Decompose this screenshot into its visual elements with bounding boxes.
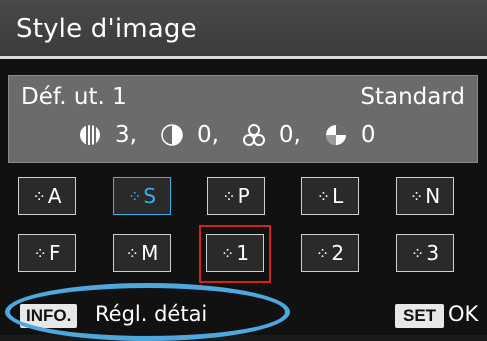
contrast-value: 0, — [196, 122, 219, 148]
style-label: S — [143, 184, 157, 208]
camera-menu-screen: Style d'image Déf. ut. 1 Standard 3, 0, … — [0, 0, 487, 341]
sharpness-param: 3, — [79, 122, 137, 148]
sharpness-icon — [79, 124, 101, 146]
sharpness-value: 3, — [115, 122, 137, 148]
contrast-param: 0, — [161, 122, 219, 148]
color-tone-icon — [325, 124, 347, 146]
style-label: F — [48, 241, 61, 265]
base-style-label: Standard — [360, 84, 465, 110]
style-button-user-2[interactable]: ⁘ 2 — [301, 234, 359, 272]
style-button-user-3[interactable]: ⁘ 3 — [396, 234, 454, 272]
style-icon: ⁘ — [409, 186, 423, 206]
style-parameters: 3, 0, 0, 0 — [79, 122, 376, 148]
style-icon: ⁘ — [125, 243, 139, 263]
page-title: Style d'image — [16, 14, 197, 44]
set-button[interactable]: SET — [395, 304, 445, 328]
color-tone-param: 0 — [325, 122, 376, 148]
style-button-neutral[interactable]: ⁘ N — [396, 177, 454, 215]
style-label: 2 — [331, 241, 345, 265]
style-icon: ⁘ — [33, 243, 47, 263]
style-icon: ⁘ — [315, 243, 329, 263]
style-label: N — [425, 184, 441, 208]
style-button-faithful[interactable]: ⁘ F — [18, 234, 76, 272]
style-button-auto[interactable]: ⁘ A — [18, 177, 76, 215]
style-button-monochrome[interactable]: ⁘ M — [113, 234, 171, 272]
info-button[interactable]: INFO. — [20, 304, 78, 328]
style-label: 3 — [426, 241, 440, 265]
style-icon: ⁘ — [32, 186, 45, 206]
saturation-value: 0, — [278, 122, 301, 148]
color-tone-value: 0 — [360, 122, 376, 148]
style-icon: ⁘ — [410, 243, 424, 263]
style-button-portrait[interactable]: ⁘ P — [207, 177, 265, 215]
current-style-label: Déf. ut. 1 — [21, 84, 127, 110]
style-icon: ⁘ — [127, 186, 141, 206]
style-label: M — [141, 241, 159, 265]
saturation-param: 0, — [242, 122, 301, 148]
style-icon: ⁘ — [222, 186, 235, 206]
style-label: L — [332, 184, 344, 208]
title-bar: Style d'image — [0, 0, 487, 59]
style-label: A — [47, 184, 62, 208]
saturation-icon — [242, 124, 265, 146]
style-icon: ⁘ — [316, 186, 330, 206]
bottom-bar: INFO. Régl. détai SET OK — [0, 296, 487, 335]
style-label: P — [237, 184, 250, 208]
detail-settings-label: Régl. détai — [95, 302, 208, 326]
style-button-standard[interactable]: ⁘ S — [113, 177, 171, 215]
ok-label: OK — [448, 302, 479, 326]
selection-cursor — [199, 225, 271, 283]
style-info-panel: Déf. ut. 1 Standard 3, 0, 0, 0 — [8, 75, 478, 163]
contrast-icon — [161, 124, 183, 146]
style-button-landscape[interactable]: ⁘ L — [301, 177, 359, 215]
